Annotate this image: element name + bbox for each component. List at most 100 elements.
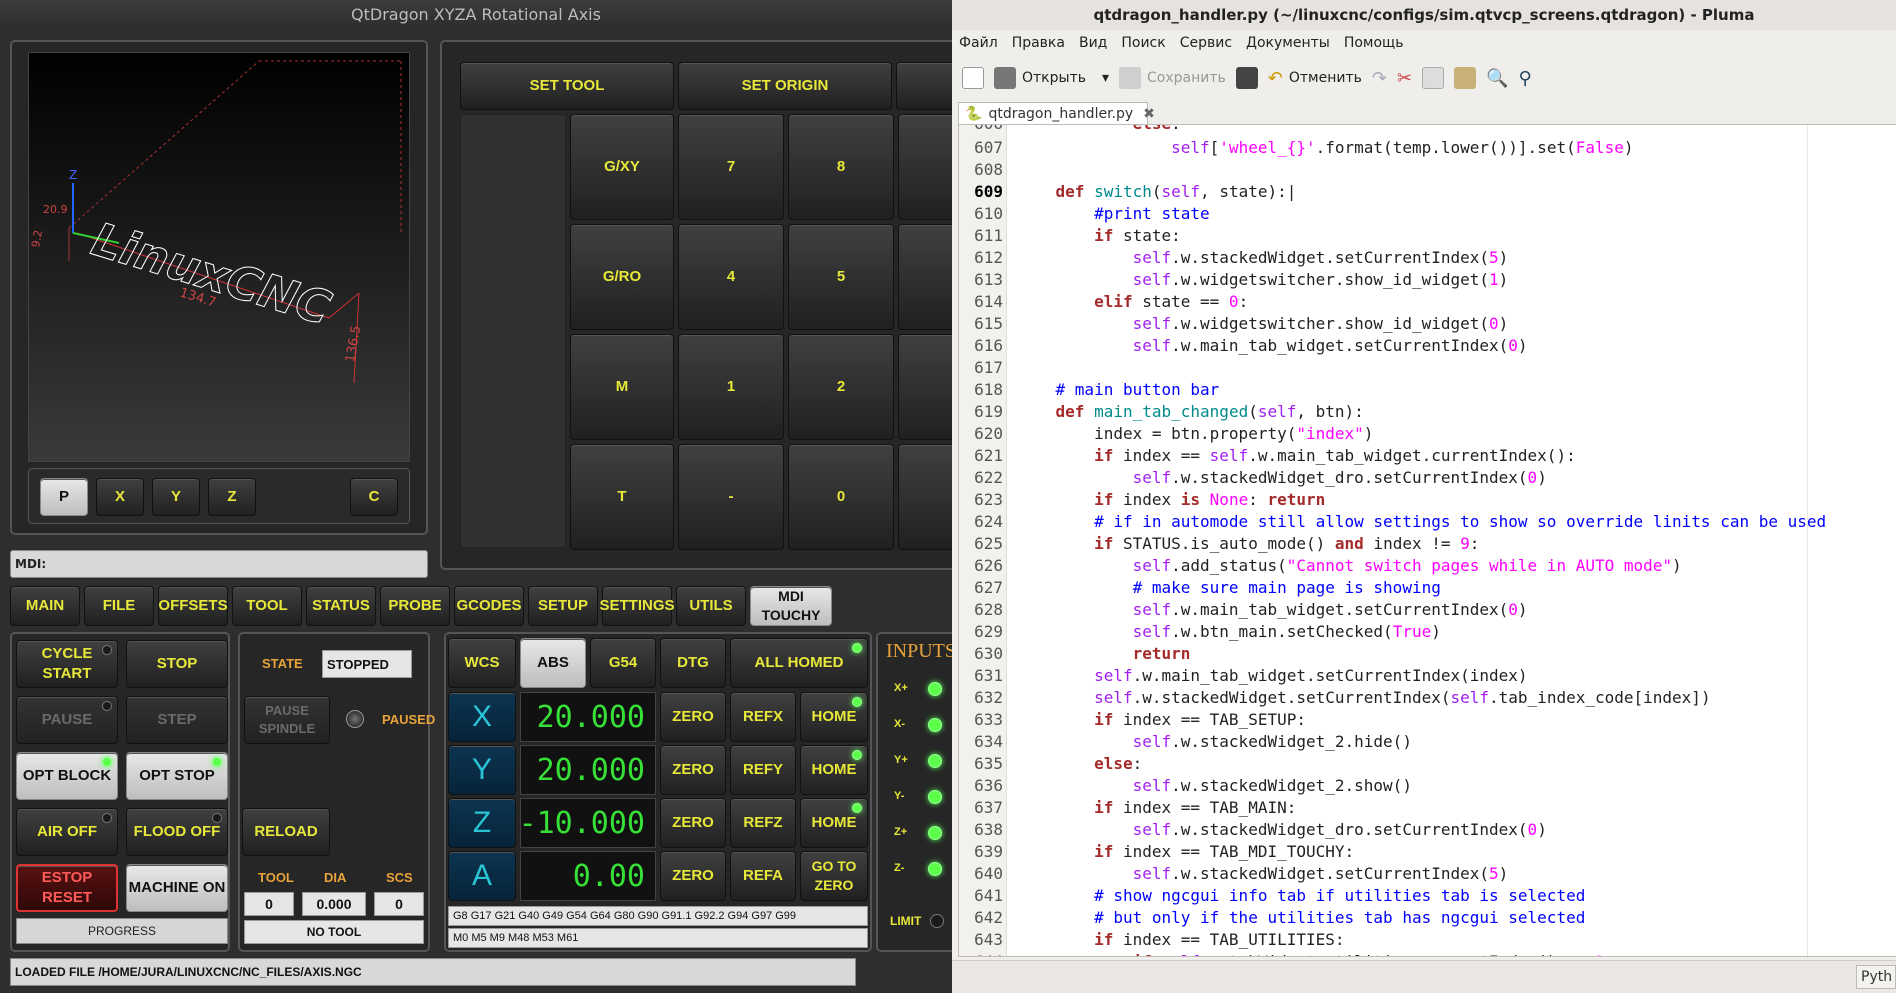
code-line: self.w.stackedWidget_dro.setCurrentIndex…	[1132, 468, 1547, 487]
menu-help[interactable]: Помощь	[1337, 30, 1411, 56]
tab-probe[interactable]: PROBE	[380, 586, 450, 626]
zero-x-button[interactable]: ZERO	[660, 692, 726, 742]
view-y-button[interactable]: Y	[152, 478, 200, 516]
key-7[interactable]: 7	[678, 114, 784, 220]
redo-button[interactable]: ↷	[1372, 68, 1387, 89]
key-2[interactable]: 2	[788, 334, 894, 440]
ref-a-button[interactable]: REFA	[730, 851, 796, 901]
document-tab[interactable]: 🐍 qtdragon_handler.py ✖	[958, 102, 1155, 124]
find-button[interactable]: 🔍	[1486, 68, 1508, 89]
key-dot[interactable]	[898, 444, 952, 550]
dtg-button[interactable]: DTG	[660, 638, 726, 688]
ref-y-button[interactable]: REFY	[730, 745, 796, 795]
dro-y: 20.000	[520, 745, 656, 795]
key-5[interactable]: 5	[788, 224, 894, 330]
set-tool-button[interactable]: SET TOOL	[460, 62, 674, 110]
wcs-button[interactable]: WCS	[448, 638, 516, 688]
view-x-button[interactable]: X	[96, 478, 144, 516]
code-line: self.w.main_tab_widget.setCurrentIndex(0…	[1132, 336, 1528, 355]
undo-button[interactable]: ↶ Отменить	[1268, 68, 1362, 89]
cut-button[interactable]: ✂	[1397, 68, 1412, 89]
open-button[interactable]: Открыть ▾	[994, 67, 1109, 89]
key-gro[interactable]: G/RO	[570, 224, 674, 330]
replace-button[interactable]: ⚲	[1518, 68, 1531, 89]
view-p-button[interactable]: P	[40, 478, 88, 516]
menu-search[interactable]: Поиск	[1114, 30, 1172, 56]
step-button[interactable]: STEP	[126, 696, 228, 744]
code-editor[interactable]: 606 607 608 609 610 611 612 613 614 615 …	[958, 124, 1896, 957]
code-line: if index == TAB_SETUP:	[1094, 710, 1306, 729]
dro-a: 0.00	[520, 851, 656, 901]
ref-x-button[interactable]: REFX	[730, 692, 796, 742]
key-9[interactable]	[898, 114, 952, 220]
machine-on-button[interactable]: MACHINE ON	[126, 864, 228, 912]
open-label: Открыть	[1022, 70, 1086, 86]
axis-y-label[interactable]: Y	[448, 745, 516, 795]
goto-zero-a-button[interactable]: GO TO ZERO	[800, 851, 868, 901]
key-m[interactable]: M	[570, 334, 674, 440]
pause-spindle-button[interactable]: PAUSE SPINDLE	[244, 696, 330, 744]
no-tool-label: NO TOOL	[244, 920, 424, 944]
tab-offsets[interactable]: OFFSETS	[158, 586, 228, 626]
zero-a-button[interactable]: ZERO	[660, 851, 726, 901]
key-gxy[interactable]: G/XY	[570, 114, 674, 220]
zero-y-button[interactable]: ZERO	[660, 745, 726, 795]
abs-button[interactable]: ABS	[520, 638, 586, 688]
code-line: self.w.main_tab_widget.setCurrentIndex(0…	[1132, 600, 1528, 619]
reload-button[interactable]: RELOAD	[242, 808, 330, 856]
new-button[interactable]	[962, 67, 984, 89]
mdi-bar[interactable]: MDI:	[10, 550, 428, 578]
menu-edit[interactable]: Правка	[1005, 30, 1072, 56]
ref-z-button[interactable]: REFZ	[730, 798, 796, 848]
axis-a-label[interactable]: A	[448, 851, 516, 901]
zero-z-button[interactable]: ZERO	[660, 798, 726, 848]
menu-file[interactable]: Файл	[952, 30, 1005, 56]
code-line: self.w.widgetswitcher.show_id_widget(1)	[1132, 270, 1509, 289]
dro-z: -10.000	[519, 798, 656, 848]
tab-file[interactable]: FILE	[84, 586, 154, 626]
toolbar: Открыть ▾ Сохранить ↶ Отменить ↷ ✂ 🔍 ⚲	[952, 58, 1896, 98]
stop-button[interactable]: STOP	[126, 640, 228, 688]
close-icon[interactable]: ✖	[1143, 106, 1155, 122]
all-homed-button[interactable]: ALL HOMED	[730, 638, 868, 688]
tab-tool[interactable]: TOOL	[232, 586, 302, 626]
key-0[interactable]: 0	[788, 444, 894, 550]
line-number: 629	[974, 622, 1003, 641]
tab-setup[interactable]: SETUP	[528, 586, 598, 626]
tab-status[interactable]: STATUS	[306, 586, 376, 626]
print-button[interactable]	[1235, 67, 1258, 89]
tab-settings[interactable]: SETTINGS	[600, 586, 675, 626]
menu-tools[interactable]: Сервис	[1173, 30, 1239, 56]
input-xplus-led	[928, 682, 942, 696]
g54-button[interactable]: G54	[590, 638, 656, 688]
input-xplus: X+	[894, 682, 908, 694]
gcode-preview[interactable]: Z LinuxCNC 20.9 9.2 134.7 136.5	[28, 52, 410, 462]
key-6[interactable]	[898, 224, 952, 330]
key-8[interactable]: 8	[788, 114, 894, 220]
view-c-button[interactable]: C	[350, 478, 398, 516]
set-origin-button[interactable]: SET ORIGIN	[678, 62, 892, 110]
active-gcodes: G8 G17 G21 G40 G49 G54 G64 G80 G90 G91.1…	[448, 906, 868, 926]
axis-x-label[interactable]: X	[448, 692, 516, 742]
tab-main[interactable]: MAIN	[10, 586, 80, 626]
tab-gcodes[interactable]: GCODES	[454, 586, 524, 626]
key-t[interactable]: T	[570, 444, 674, 550]
tab-utils[interactable]: UTILS	[676, 586, 746, 626]
paste-button[interactable]	[1454, 67, 1477, 89]
axis-z-label[interactable]: Z	[448, 798, 516, 848]
key-4[interactable]: 4	[678, 224, 784, 330]
estop-reset-button[interactable]: ESTOP RESET	[16, 864, 118, 912]
tab-mdi-touchy[interactable]: MDI TOUCHY	[750, 586, 832, 626]
language-selector[interactable]: Pyth	[1856, 965, 1896, 989]
menu-documents[interactable]: Документы	[1239, 30, 1337, 56]
key-3[interactable]	[898, 334, 952, 440]
view-z-button[interactable]: Z	[208, 478, 256, 516]
line-number: 643	[974, 930, 1003, 949]
menu-view[interactable]: Вид	[1072, 30, 1114, 56]
save-button[interactable]: Сохранить	[1119, 67, 1226, 89]
line-number: 638	[974, 820, 1003, 839]
extra-top-button[interactable]	[896, 62, 952, 110]
key-1[interactable]: 1	[678, 334, 784, 440]
copy-button[interactable]	[1422, 67, 1445, 89]
key-minus[interactable]: -	[678, 444, 784, 550]
